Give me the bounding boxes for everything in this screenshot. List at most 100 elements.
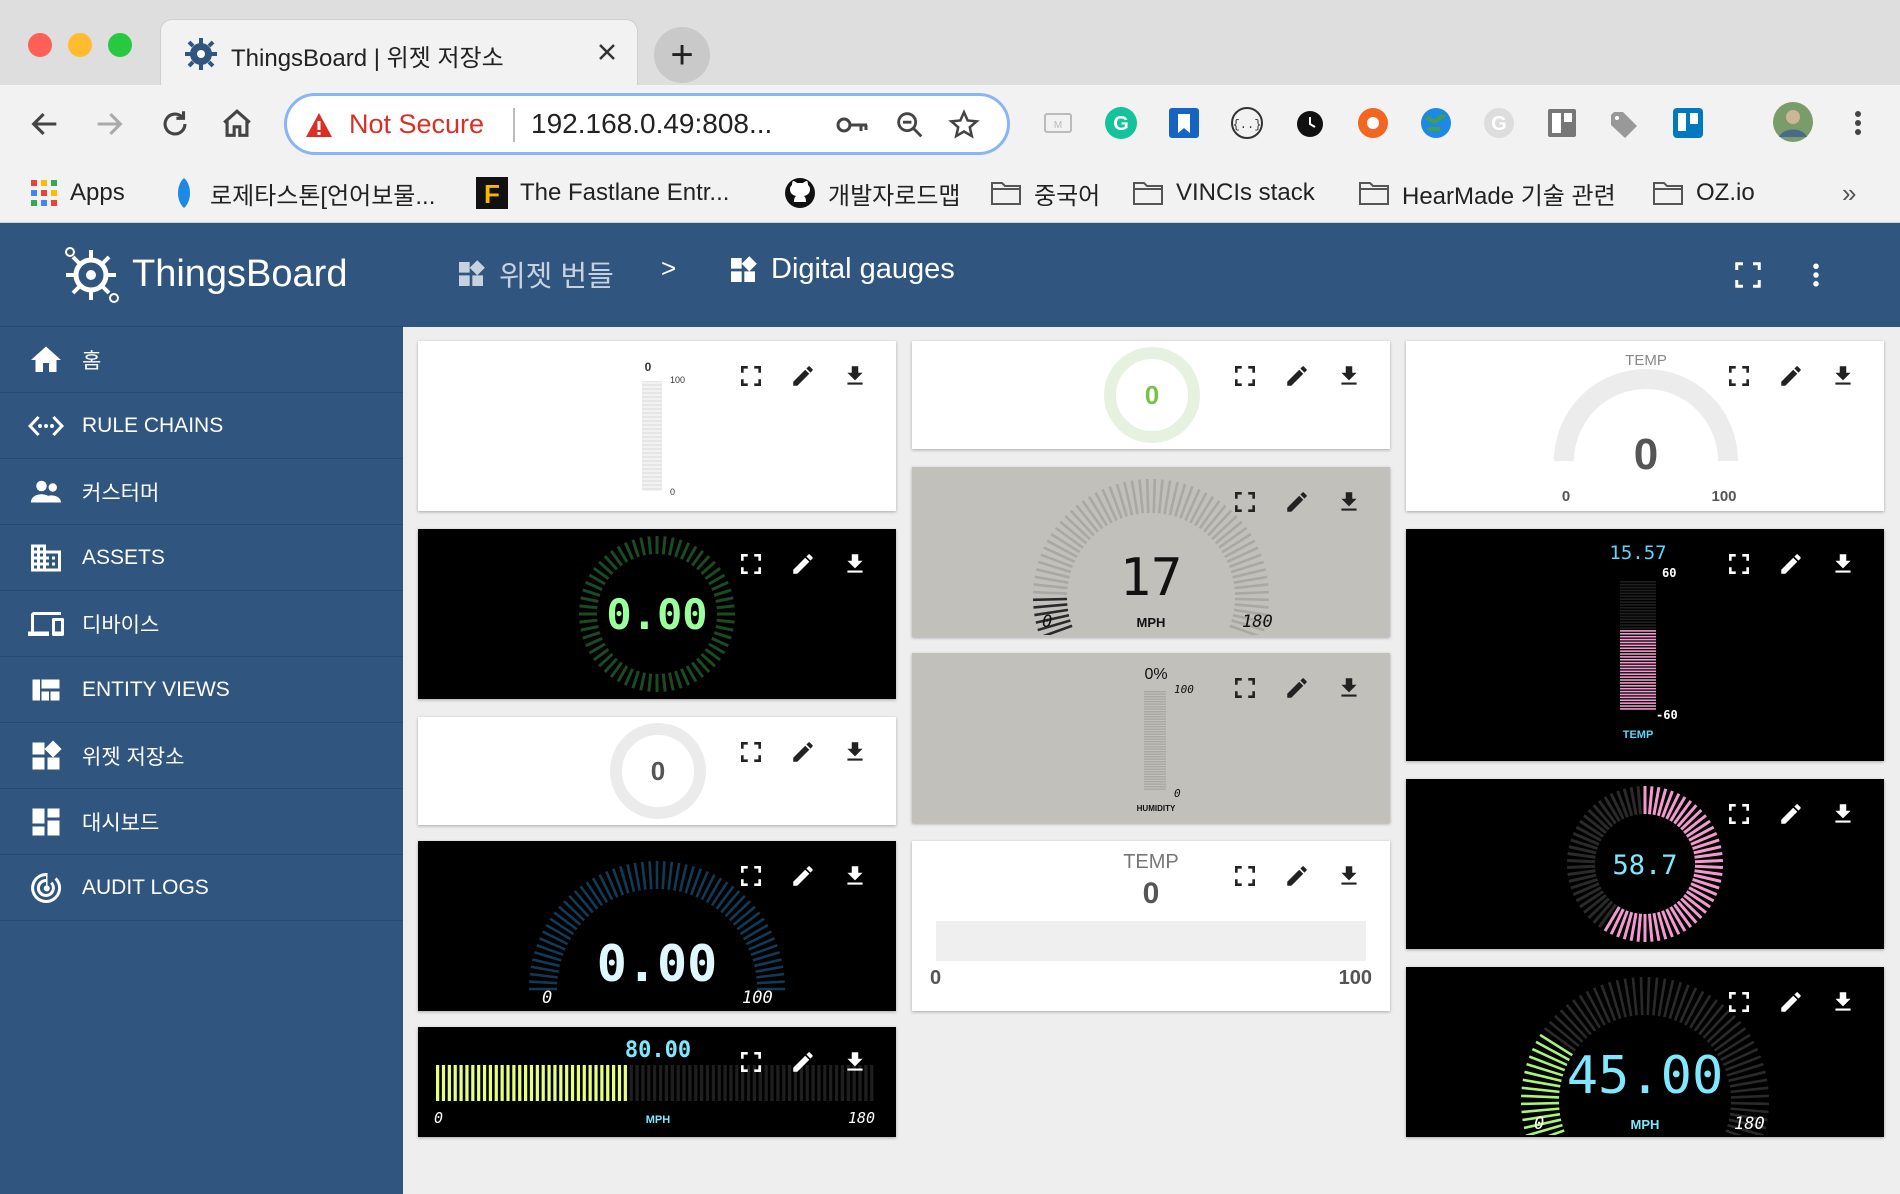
minimize-window-button[interactable] (68, 33, 92, 57)
widget-download-button[interactable] (1336, 675, 1362, 701)
back-icon[interactable] (28, 107, 62, 141)
widget-horizontal-bar-light[interactable]: TEMP 0 0 100 (912, 841, 1390, 1011)
widget-download-button[interactable] (1830, 801, 1856, 827)
sidebar-item-widget-library[interactable]: 위젯 저장소 (0, 723, 403, 789)
widget-vertical-bar-light[interactable]: 0 100 0 (418, 341, 896, 511)
widget-download-button[interactable] (842, 363, 868, 389)
widget-edit-button[interactable] (1778, 551, 1804, 577)
sidebar-logo[interactable]: ThingsBoard (0, 223, 403, 327)
widget-download-button[interactable] (1336, 363, 1362, 389)
breadcrumb-widget-bundles[interactable]: 위젯 번들 (455, 253, 614, 295)
extension-m-icon[interactable]: M (1040, 105, 1076, 141)
widget-horizontal-bar-neon[interactable]: 80.00 0 MPH 180 (418, 1027, 896, 1137)
bookmark-folder-vincis[interactable]: VINCIs stack (1132, 163, 1315, 223)
widget-edit-button[interactable] (1284, 363, 1310, 389)
widget-donut-green[interactable]: 0 (912, 341, 1390, 449)
zoom-icon[interactable] (893, 108, 927, 142)
reload-icon[interactable] (158, 107, 192, 141)
widget-vertical-bar-gray[interactable]: 0% 100 0 HUMIDITY (912, 653, 1390, 823)
lifebuoy-extension-icon[interactable] (1355, 105, 1391, 141)
bookmark-fastlane[interactable]: F The Fastlane Entr... (476, 163, 729, 223)
widget-fullscreen-button[interactable] (1232, 489, 1258, 515)
maximize-window-button[interactable] (108, 33, 132, 57)
sidebar-item-audit-logs[interactable]: AUDIT LOGS (0, 855, 403, 921)
widget-thermometer-neon-pink[interactable]: 15.57 60 -60 TEMP (1406, 529, 1884, 761)
widget-fullscreen-button[interactable] (738, 1049, 764, 1075)
widget-edit-button[interactable] (1284, 675, 1310, 701)
home-browser-icon[interactable] (220, 107, 254, 141)
widget-fullscreen-button[interactable] (1232, 363, 1258, 389)
widget-fullscreen-button[interactable] (1232, 675, 1258, 701)
widget-download-button[interactable] (842, 739, 868, 765)
widget-radial-neon-green[interactable]: 0.00 (418, 529, 896, 699)
widget-arc-light[interactable]: TEMP 0 0 100 (1406, 341, 1884, 511)
widget-fullscreen-button[interactable] (738, 739, 764, 765)
json-viewer-icon[interactable]: {..} (1229, 105, 1265, 141)
widget-fullscreen-button[interactable] (738, 863, 764, 889)
widget-download-button[interactable] (842, 863, 868, 889)
close-window-button[interactable] (28, 33, 52, 57)
sidebar-item-entity-views[interactable]: ENTITY VIEWS (0, 657, 403, 723)
g-extension-icon[interactable]: G (1481, 105, 1517, 141)
grammarly-icon[interactable]: G (1103, 105, 1139, 141)
widget-fullscreen-button[interactable] (1232, 863, 1258, 889)
widget-speedometer-gray[interactable]: 17 MPH 0 180 (912, 467, 1390, 637)
widget-speedometer-neon-green[interactable]: 45.00 MPH 0 180 (1406, 967, 1884, 1137)
forward-icon[interactable] (92, 107, 126, 141)
widget-edit-button[interactable] (790, 739, 816, 765)
widget-fullscreen-button[interactable] (1726, 801, 1752, 827)
profile-avatar[interactable] (1772, 101, 1814, 143)
widget-download-button[interactable] (1336, 863, 1362, 889)
bookmark-folder-ozio[interactable]: OZ.io (1652, 163, 1755, 223)
widget-fullscreen-button[interactable] (1726, 551, 1752, 577)
bookmark-apps[interactable]: Apps (30, 163, 125, 223)
sidebar-item-customers[interactable]: 커스터머 (0, 459, 403, 525)
widget-download-button[interactable] (1336, 489, 1362, 515)
sidebar-item-home[interactable]: 홈 (0, 327, 403, 393)
bookmark-star-icon[interactable] (947, 108, 981, 142)
widget-fullscreen-button[interactable] (738, 363, 764, 389)
widget-radial-neon-pink[interactable]: 58.7 (1406, 779, 1884, 949)
widget-edit-button[interactable] (790, 551, 816, 577)
bookmark-extension-icon[interactable] (1166, 105, 1202, 141)
widget-download-button[interactable] (1830, 363, 1856, 389)
bookmark-rosetta[interactable]: 로제타스톤[언어보물... (170, 163, 435, 223)
globe-extension-icon[interactable] (1418, 105, 1454, 141)
widget-download-button[interactable] (842, 551, 868, 577)
bookmark-roadmap[interactable]: 개발자로드맵 (784, 163, 960, 223)
timer-extension-icon[interactable] (1292, 105, 1328, 141)
widget-edit-button[interactable] (1778, 363, 1804, 389)
browser-tab[interactable]: ThingsBoard | 위젯 저장소 (160, 19, 638, 85)
key-icon[interactable] (835, 110, 869, 140)
widget-edit-button[interactable] (1778, 989, 1804, 1015)
tags-extension-icon[interactable] (1607, 105, 1643, 141)
widget-fullscreen-button[interactable] (1726, 363, 1752, 389)
new-tab-button[interactable]: + (654, 27, 710, 83)
widget-fullscreen-button[interactable] (1726, 989, 1752, 1015)
layout-extension-icon[interactable] (1544, 105, 1580, 141)
widget-edit-button[interactable] (1778, 801, 1804, 827)
sidebar-item-dashboards[interactable]: 대시보드 (0, 789, 403, 855)
widget-edit-button[interactable] (790, 863, 816, 889)
trello-icon[interactable] (1670, 105, 1706, 141)
widget-download-button[interactable] (1830, 551, 1856, 577)
fullscreen-icon[interactable] (1733, 260, 1763, 290)
widget-edit-button[interactable] (790, 363, 816, 389)
widget-download-button[interactable] (1830, 989, 1856, 1015)
more-bookmarks-button[interactable]: » (1842, 163, 1856, 223)
widget-donut-light[interactable]: 0 (418, 717, 896, 825)
widget-edit-button[interactable] (790, 1049, 816, 1075)
widget-fullscreen-button[interactable] (738, 551, 764, 577)
bookmark-folder-chinese[interactable]: 중국어 (990, 163, 1100, 223)
widget-download-button[interactable] (842, 1049, 868, 1075)
sidebar-item-devices[interactable]: 디바이스 (0, 591, 403, 657)
close-tab-icon[interactable] (595, 40, 619, 64)
more-vert-icon[interactable] (1801, 260, 1831, 290)
widget-edit-button[interactable] (1284, 489, 1310, 515)
browser-menu-icon[interactable] (1840, 105, 1876, 141)
address-bar[interactable]: Not Secure 192.168.0.49:808... (284, 93, 1010, 155)
widget-edit-button[interactable] (1284, 863, 1310, 889)
bookmark-folder-hearmade[interactable]: HearMade 기술 관련 (1358, 163, 1616, 223)
sidebar-item-rule-chains[interactable]: RULE CHAINS (0, 393, 403, 459)
sidebar-item-assets[interactable]: ASSETS (0, 525, 403, 591)
